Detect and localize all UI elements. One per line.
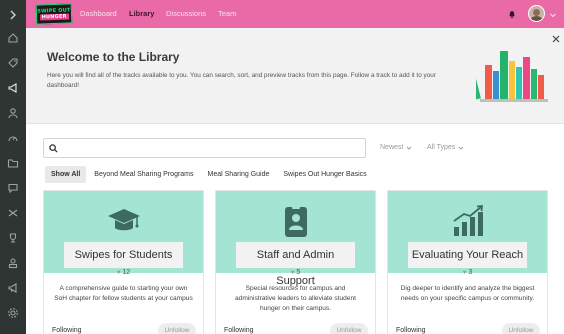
card-description: A comprehensive guide to starting your o…	[54, 285, 193, 302]
trophy-icon[interactable]	[6, 231, 20, 245]
welcome-title: Welcome to the Library	[47, 50, 180, 64]
track-card[interactable]: Evaluating Your Reach ♥ 3 Dig deeper to i…	[387, 190, 548, 334]
card-follower-count: ♥ 5	[216, 269, 375, 276]
unfollow-button[interactable]: Unfollow	[330, 323, 368, 334]
user-avatar[interactable]	[528, 5, 545, 22]
chevron-down-icon[interactable]	[549, 11, 557, 19]
nav-library[interactable]: Library	[129, 9, 154, 18]
person-badge-icon[interactable]	[6, 256, 20, 270]
chevron-down-icon	[458, 146, 464, 150]
gauge-icon[interactable]	[6, 131, 20, 145]
megaphone-icon[interactable]	[6, 81, 20, 95]
library-main: Newest All Types Show All Beyond Meal Sh…	[26, 124, 564, 334]
filter-soh-basics[interactable]: Swipes Out Hunger Basics	[277, 166, 372, 183]
user-icon[interactable]	[6, 106, 20, 120]
filter-tabs: Show All Beyond Meal Sharing Programs Me…	[45, 166, 375, 183]
unfollow-button[interactable]: Unfollow	[158, 323, 196, 334]
search-box[interactable]	[43, 138, 366, 158]
tag-icon[interactable]	[6, 56, 20, 70]
bell-icon[interactable]	[507, 9, 517, 19]
heart-icon: ♥	[462, 270, 467, 276]
type-label: All Types	[427, 144, 456, 151]
track-card[interactable]: Swipes for Students ♥ 12 A comprehensive …	[43, 190, 204, 334]
growth-chart-icon	[453, 204, 484, 236]
card-count: 5	[296, 269, 301, 276]
swipe-out-hunger-logo[interactable]: SWIPE OUT HUNGER	[35, 3, 73, 25]
shuffle-icon[interactable]	[6, 206, 20, 220]
graduation-cap-icon	[108, 209, 140, 231]
card-follower-count: ♥ 12	[44, 269, 203, 276]
top-navbar: SWIPE OUT HUNGER Dashboard Library Discu…	[26, 0, 564, 28]
chevron-down-icon	[407, 146, 412, 150]
card-description: Special resources for campus and adminis…	[235, 285, 356, 312]
card-title: Swipes for Students	[64, 242, 183, 268]
card-count: 3	[468, 269, 473, 276]
logo-line2: HUNGER	[39, 13, 69, 21]
id-badge-icon	[285, 205, 307, 237]
close-icon[interactable]	[551, 34, 561, 44]
card-follower-count: ♥ 3	[388, 269, 547, 276]
nav-dashboard[interactable]: Dashboard	[80, 9, 117, 18]
card-count: 12	[122, 269, 131, 276]
nav-team[interactable]: Team	[218, 9, 236, 18]
welcome-panel: Welcome to the Library Here you will fin…	[26, 28, 564, 124]
chat-icon[interactable]	[6, 181, 20, 195]
card-status: Following	[52, 327, 82, 334]
search-input[interactable]	[62, 142, 357, 154]
chevron-right-icon[interactable]	[6, 8, 20, 22]
card-status: Following	[224, 327, 254, 334]
card-title: Staff and Admin Support	[236, 242, 355, 287]
home-icon[interactable]	[6, 31, 20, 45]
filter-show-all[interactable]: Show All	[45, 166, 87, 183]
card-status: Following	[396, 327, 426, 334]
filter-beyond-meal-sharing[interactable]: Beyond Meal Sharing Programs	[88, 166, 199, 183]
folder-icon[interactable]	[6, 156, 20, 170]
welcome-text: Here you will find all of the tracks ava…	[47, 72, 436, 89]
nav-discussions[interactable]: Discussions	[166, 9, 206, 18]
settings-icon[interactable]	[6, 306, 20, 320]
sidebar	[0, 0, 26, 334]
heart-icon: ♥	[116, 270, 121, 276]
type-dropdown[interactable]: All Types	[427, 144, 464, 151]
heart-icon: ♥	[290, 270, 295, 276]
unfollow-button[interactable]: Unfollow	[502, 323, 540, 334]
sort-label: Newest	[380, 144, 404, 151]
bullhorn-icon[interactable]	[6, 281, 20, 295]
card-title: Evaluating Your Reach	[408, 242, 527, 268]
track-card[interactable]: Staff and Admin Support ♥ 5 Special resou…	[215, 190, 376, 334]
search-icon	[49, 144, 58, 153]
card-description: Dig deeper to identify and analyze the b…	[400, 285, 535, 302]
filter-meal-sharing-guide[interactable]: Meal Sharing Guide	[202, 166, 276, 183]
sort-dropdown[interactable]: Newest	[380, 144, 412, 151]
books-illustration-icon	[476, 51, 548, 102]
